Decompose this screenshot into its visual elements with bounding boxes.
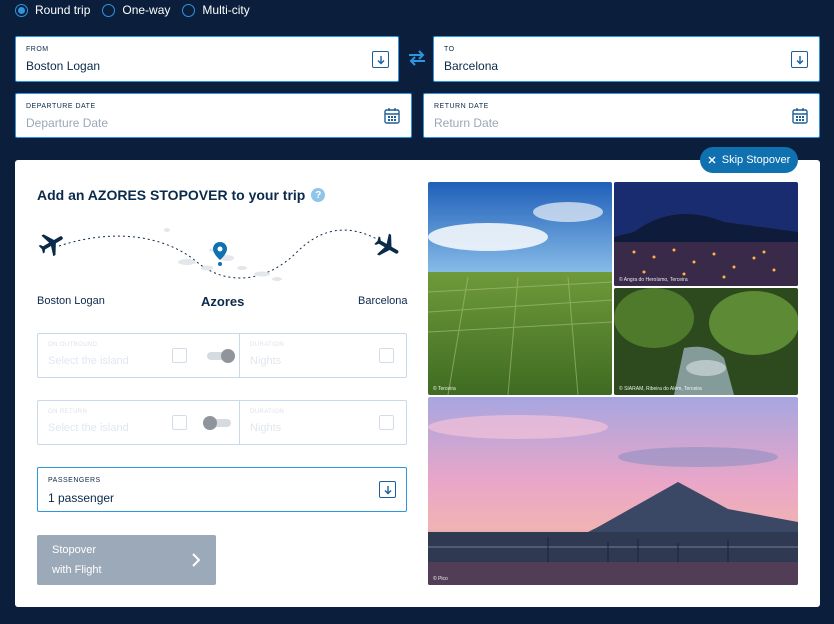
departure-date-field[interactable]: DEPARTURE DATE Departure Date — [15, 93, 412, 138]
outbound-duration-placeholder: Nights — [250, 355, 282, 367]
return-stopover-toggle[interactable] — [203, 416, 231, 430]
close-icon — [708, 156, 716, 164]
chevron-down-icon[interactable] — [172, 415, 187, 430]
airplane-icon — [374, 233, 399, 256]
cta-line-1: Stopover — [52, 544, 97, 556]
help-icon[interactable]: ? — [311, 188, 326, 202]
from-value: Boston Logan — [26, 59, 101, 73]
stopover-title: Add an AZORES STOPOVER to your trip ? — [37, 187, 326, 203]
cta-line-2: with Flight — [52, 564, 102, 576]
chevron-down-icon[interactable] — [379, 415, 394, 430]
stopover-with-flight-button[interactable]: Stopover with Flight — [37, 535, 216, 585]
radio-label: Multi-city — [202, 3, 250, 17]
chevron-down-icon[interactable] — [172, 348, 187, 363]
return-duration-label: DURATION — [250, 409, 285, 415]
outbound-stopover-toggle[interactable] — [207, 349, 235, 363]
radio-selected-icon — [15, 3, 28, 17]
return-island-select[interactable]: ON RETURN Select the island — [38, 401, 239, 444]
return-island-label: ON RETURN — [48, 409, 88, 415]
outbound-island-select[interactable]: ON OUTBOUND Select the island — [38, 334, 239, 377]
chevron-down-icon[interactable] — [379, 348, 394, 363]
stopover-hub: Azores — [201, 294, 245, 309]
return-duration-placeholder: Nights — [250, 422, 282, 434]
stopover-panel: Add an AZORES STOPOVER to your trip ? Bo… — [15, 160, 820, 607]
outbound-island-label: ON OUTBOUND — [48, 342, 98, 348]
destination-city: Barcelona — [358, 295, 408, 307]
return-date-field[interactable]: RETURN DATE Return Date — [423, 93, 820, 138]
radio-label: Round trip — [35, 3, 91, 17]
photo-credit: © Angra do Heroísmo, Terceira — [619, 277, 688, 283]
chevron-down-icon[interactable] — [379, 481, 396, 498]
return-placeholder: Return Date — [434, 116, 499, 130]
to-label: TO — [444, 46, 455, 53]
radio-one-way[interactable]: One-way — [102, 3, 170, 17]
to-field[interactable]: TO Barcelona — [433, 36, 820, 82]
radio-unselected-icon — [182, 3, 196, 17]
photo-credit: © SIARAM, Ribeira do Além, Terceira — [619, 386, 702, 392]
from-label: FROM — [26, 46, 49, 53]
map-pin-icon — [213, 242, 227, 266]
stopover-title-text: Add an AZORES STOPOVER to your trip — [37, 187, 306, 203]
chevron-right-icon — [192, 553, 201, 567]
from-field[interactable]: FROM Boston Logan — [15, 36, 399, 82]
photo-ribeira-forest: © SIARAM, Ribeira do Além, Terceira — [614, 288, 798, 395]
departure-label: DEPARTURE DATE — [26, 103, 96, 110]
radio-label: One-way — [122, 3, 171, 17]
outbound-duration-label: DURATION — [250, 342, 285, 348]
radio-unselected-icon — [102, 3, 116, 17]
radio-round-trip[interactable]: Round trip — [15, 3, 90, 17]
departure-placeholder: Departure Date — [26, 116, 109, 130]
skip-stopover-label: Skip Stopover — [721, 154, 791, 166]
outbound-duration-select[interactable]: DURATION Nights — [240, 334, 408, 377]
photo-grid: © Terceira © Angra do Heroísmo, Terceira… — [428, 182, 798, 585]
passengers-value: 1 passenger — [48, 491, 115, 505]
outbound-island-placeholder: Select the island — [48, 355, 129, 367]
photo-credit: © Pico — [433, 576, 448, 582]
passengers-field[interactable]: PASSENGERS 1 passenger — [37, 467, 407, 512]
photo-pico-sunset: © Pico — [428, 397, 798, 585]
photo-credit: © Terceira — [433, 386, 456, 392]
return-island-placeholder: Select the island — [48, 422, 129, 434]
airplane-icon — [38, 234, 63, 257]
outbound-stopover-row: ON OUTBOUND Select the island DURATION N… — [37, 333, 407, 378]
skip-stopover-button[interactable]: Skip Stopover — [700, 147, 798, 173]
calendar-icon[interactable] — [384, 107, 400, 124]
photo-angra-night: © Angra do Heroísmo, Terceira — [614, 182, 798, 286]
calendar-icon[interactable] — [792, 107, 808, 124]
photo-terceira-fields: © Terceira — [428, 182, 612, 395]
to-value: Barcelona — [444, 59, 499, 73]
return-duration-select[interactable]: DURATION Nights — [240, 401, 408, 444]
trip-type-group: Round trip One-way Multi-city — [15, 3, 250, 17]
swap-icon[interactable] — [407, 49, 427, 67]
origin-city: Boston Logan — [37, 295, 105, 307]
return-label: RETURN DATE — [434, 103, 489, 110]
chevron-down-icon[interactable] — [372, 51, 389, 68]
radio-multi-city[interactable]: Multi-city — [182, 3, 250, 17]
passengers-label: PASSENGERS — [48, 477, 101, 484]
return-stopover-row: ON RETURN Select the island DURATION Nig… — [37, 400, 407, 445]
chevron-down-icon[interactable] — [791, 51, 808, 68]
